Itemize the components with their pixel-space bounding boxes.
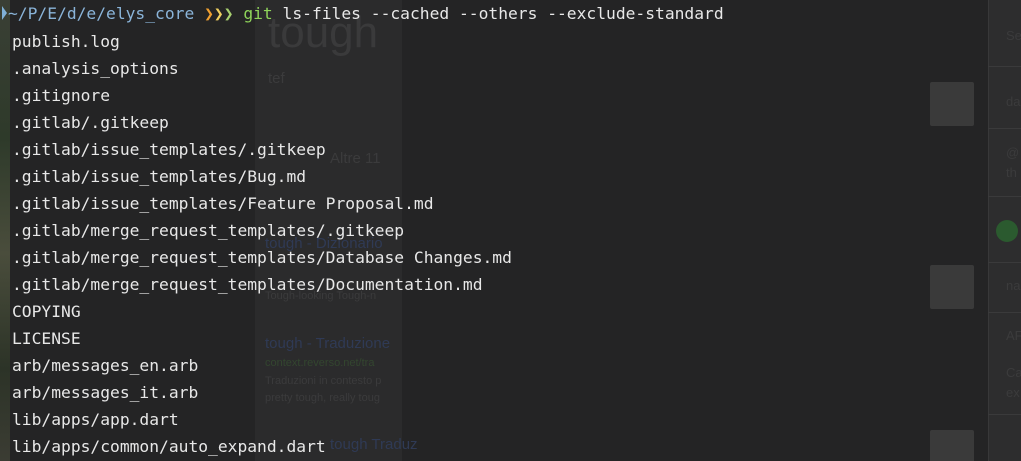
output-line: .gitlab/issue_templates/.gitkeep (12, 140, 326, 159)
prompt-arrow-icon: ❯ (204, 4, 214, 23)
command-arguments: ls-files --cached --others --exclude-sta… (282, 4, 724, 23)
output-line: arb/messages_en.arb (12, 356, 199, 375)
screen: tough tef Altre 11 tough - Dizionario To… (0, 0, 1021, 461)
output-line: .gitlab/merge_request_templates/.gitkeep (12, 221, 405, 240)
output-line: .gitignore (12, 86, 111, 105)
output-line: .analysis_options (12, 59, 179, 78)
output-line: COPYING (12, 302, 81, 321)
prompt-path: ~/P/E/d/e/elys_core (8, 4, 195, 23)
output-line: LICENSE (12, 329, 81, 348)
output-line: .gitlab/.gitkeep (12, 113, 169, 132)
prompt-arrow-icon: ❯ (223, 4, 234, 23)
output-line: .gitlab/merge_request_templates/Database… (12, 248, 512, 267)
output-line: arb/messages_it.arb (12, 383, 199, 402)
output-line: publish.log (12, 32, 120, 51)
command-name: git (243, 4, 273, 23)
prompt-arrow-icon: ❯ (213, 4, 224, 23)
output-line: .gitlab/issue_templates/Bug.md (12, 167, 307, 186)
terminal-window[interactable]: ~/P/E/d/e/elys_core ❯❯❯ git ls-files --c… (0, 0, 1021, 461)
output-line: .gitlab/merge_request_templates/Document… (12, 275, 483, 294)
output-line: lib/apps/common/auto_expand.dart (12, 437, 326, 456)
output-line: lib/apps/app.dart (12, 410, 179, 429)
output-line: .gitlab/issue_templates/Feature Proposal… (12, 194, 434, 213)
prompt-marker-icon (2, 6, 7, 20)
prompt-line: ~/P/E/d/e/elys_core ❯❯❯ git ls-files --c… (0, 0, 724, 27)
